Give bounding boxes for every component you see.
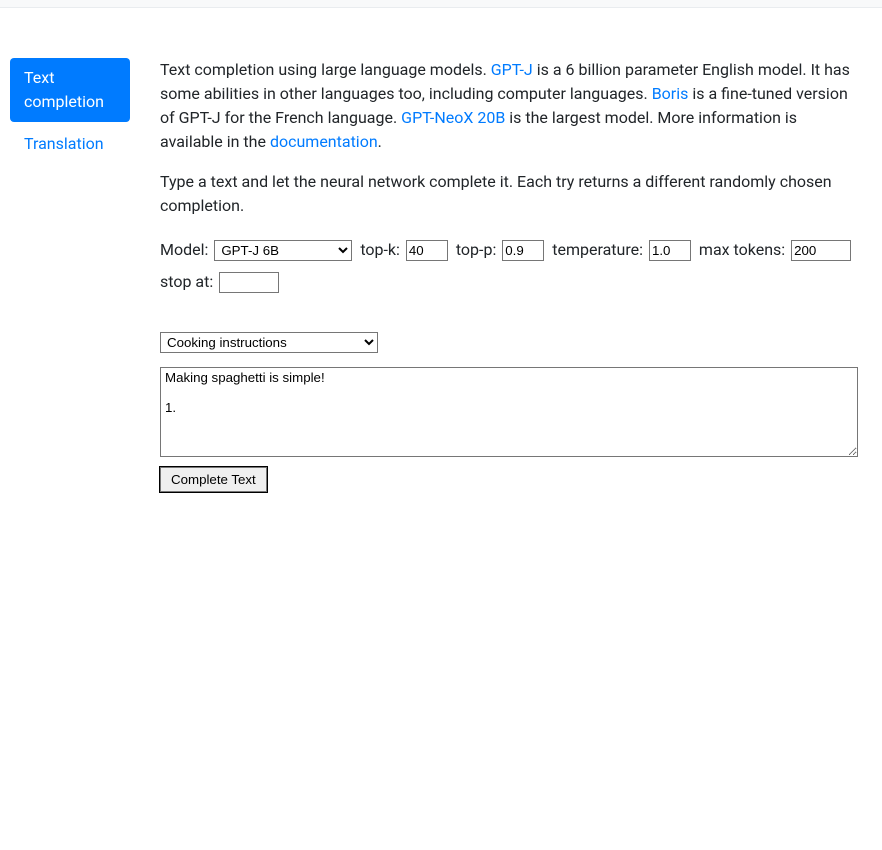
example-select[interactable]: Cooking instructions <box>160 332 378 353</box>
sidebar-item-translation[interactable]: Translation <box>10 124 130 164</box>
complete-text-button[interactable]: Complete Text <box>160 467 267 492</box>
maxtokens-label: max tokens: <box>699 240 785 259</box>
sidebar: Text completion Translation <box>0 58 140 492</box>
maxtokens-input[interactable] <box>791 240 851 261</box>
temperature-label: temperature: <box>552 240 643 259</box>
topk-label: top-k: <box>360 240 400 259</box>
model-label: Model: <box>160 240 208 259</box>
prompt-textarea[interactable] <box>160 367 858 457</box>
model-select[interactable]: GPT-J 6B <box>214 240 352 261</box>
topk-input[interactable] <box>406 240 448 261</box>
stopat-input[interactable] <box>219 272 279 293</box>
desc-text: Text completion using large language mod… <box>160 60 491 79</box>
link-boris[interactable]: Boris <box>652 84 689 103</box>
top-bar <box>0 0 882 8</box>
link-gptj[interactable]: GPT-J <box>491 60 533 79</box>
stopat-label: stop at: <box>160 272 213 291</box>
topp-input[interactable] <box>502 240 544 261</box>
main-content: Text completion using large language mod… <box>140 58 870 492</box>
instructions-paragraph: Type a text and let the neural network c… <box>160 170 858 218</box>
description-paragraph: Text completion using large language mod… <box>160 58 858 154</box>
desc-text: . <box>378 132 382 151</box>
temperature-input[interactable] <box>649 240 691 261</box>
link-documentation[interactable]: documentation <box>270 132 378 151</box>
sidebar-item-text-completion[interactable]: Text completion <box>10 58 130 122</box>
parameters-row: Model: GPT-J 6B top-k: top-p: temperatur… <box>160 234 858 298</box>
link-gptneox[interactable]: GPT-NeoX 20B <box>401 108 505 127</box>
topp-label: top-p: <box>456 240 496 259</box>
